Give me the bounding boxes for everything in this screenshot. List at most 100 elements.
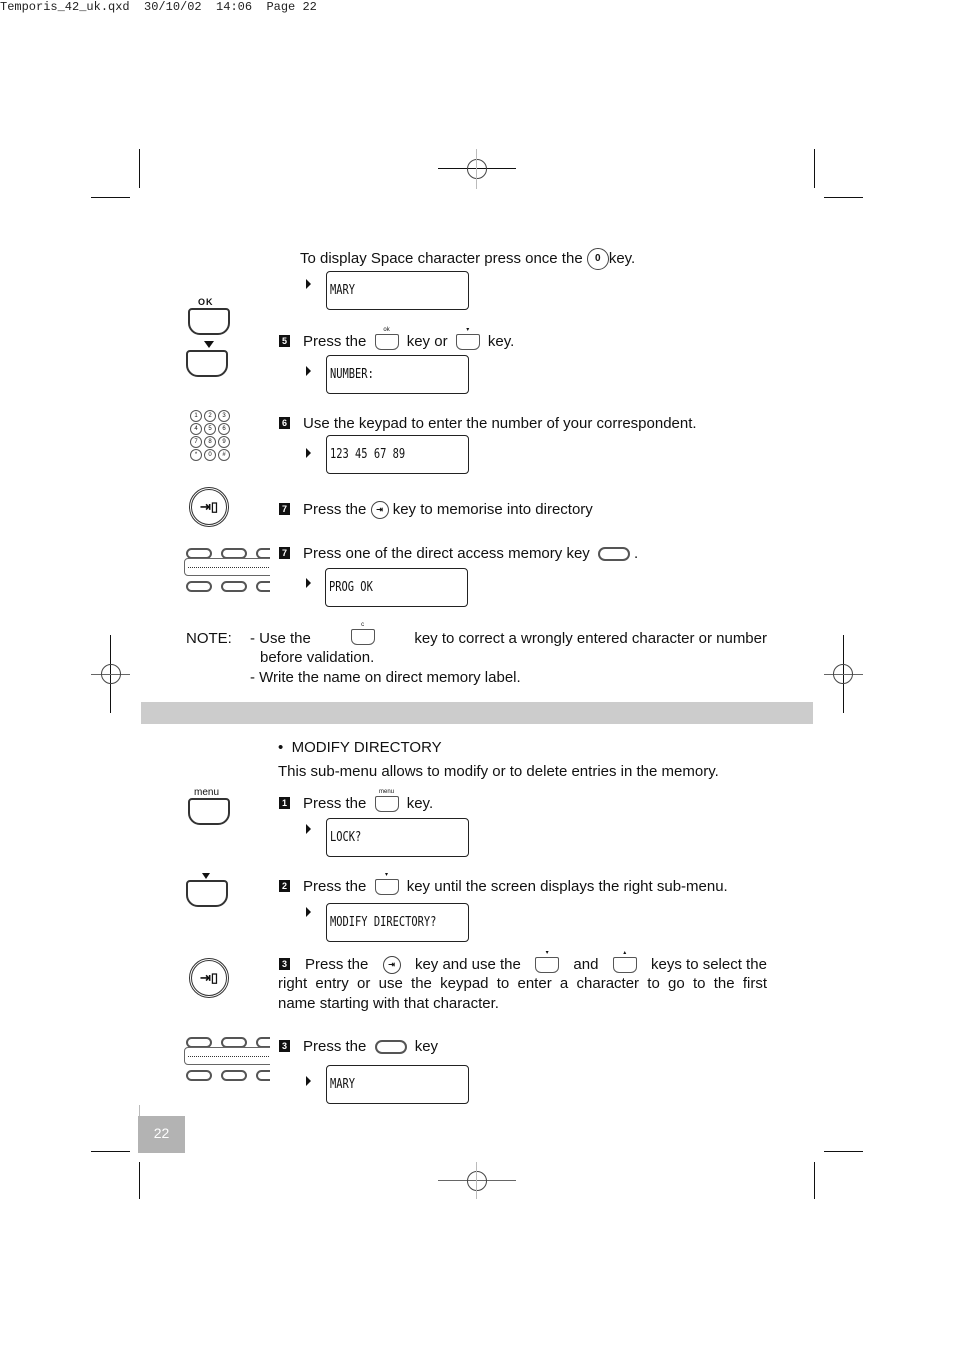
lcd-text: 123 45 67 89 bbox=[330, 447, 406, 462]
registration-mark bbox=[101, 664, 121, 684]
down-arrow-icon bbox=[204, 341, 214, 348]
arrow-icon bbox=[306, 824, 311, 834]
space-char-instruction: To display Space character press once th… bbox=[300, 248, 635, 270]
note-text: key to correct a wrongly entered charact… bbox=[414, 630, 767, 647]
step-text: key or bbox=[406, 333, 448, 350]
step7a-text: Press the ⇥ key to memorise into directo… bbox=[303, 500, 593, 520]
registration-mark bbox=[833, 664, 853, 684]
step5-text: Press the ok key or ▾ key. bbox=[303, 327, 515, 352]
crop-mark bbox=[91, 1151, 130, 1152]
note-line2: - Write the name on direct memory label. bbox=[250, 669, 521, 686]
step-text: key until the screen displays the right … bbox=[406, 878, 728, 895]
memory-key-icon bbox=[374, 1040, 407, 1055]
note-text: - Use the bbox=[250, 630, 311, 647]
directory-key-icon: ⇥▯ bbox=[189, 487, 229, 527]
step3b-text: Press the key bbox=[303, 1037, 438, 1057]
step3a-line3: name starting with that character. bbox=[278, 995, 499, 1012]
crop-mark bbox=[814, 149, 815, 188]
title-text: MODIFY DIRECTORY bbox=[291, 739, 442, 756]
step6-text: Use the keypad to enter the number of yo… bbox=[303, 415, 697, 432]
down-key-icon: ▾ bbox=[535, 950, 560, 973]
step-text: . bbox=[633, 545, 639, 562]
crop-mark bbox=[814, 1162, 815, 1199]
step-number: 6 bbox=[279, 417, 290, 429]
arrow-icon bbox=[306, 907, 311, 917]
down-key-icon bbox=[186, 880, 228, 907]
lcd-text: PROG OK bbox=[329, 580, 373, 595]
keypad-key: 1 bbox=[190, 410, 202, 422]
keypad-key: * bbox=[190, 449, 202, 461]
step-text: Press the bbox=[303, 878, 367, 895]
down-key-icon: ▾ bbox=[374, 872, 399, 896]
crop-mark bbox=[91, 197, 130, 198]
step-text: Press the bbox=[303, 1038, 367, 1055]
intro-text-end: key. bbox=[608, 249, 636, 267]
ok-key-icon: ok bbox=[374, 327, 399, 351]
file-slug: Temporis_42_uk.qxd 30/10/02 14:06 Page 2… bbox=[0, 0, 317, 14]
step2-text: Press the ▾ key until the screen display… bbox=[303, 872, 728, 897]
keypad-key: 5 bbox=[204, 423, 216, 435]
step-number: 3 bbox=[279, 958, 290, 970]
step-number: 3 bbox=[279, 1040, 290, 1052]
page-number: 22 bbox=[138, 1116, 185, 1153]
registration-mark bbox=[476, 149, 477, 189]
arrow-icon bbox=[306, 578, 311, 588]
step-number: 1 bbox=[279, 797, 290, 809]
keypad-key: 2 bbox=[204, 410, 216, 422]
lcd-display: MODIFY DIRECTORY? bbox=[326, 903, 469, 942]
c-key-icon: c bbox=[350, 622, 375, 645]
step-text: Press the bbox=[303, 795, 367, 812]
intro-text: To display Space character press once th… bbox=[300, 249, 583, 267]
step-text: keys to select the bbox=[651, 956, 767, 973]
directory-key-icon: ⇥ bbox=[370, 501, 389, 520]
lcd-text: LOCK? bbox=[330, 830, 362, 845]
arrow-icon bbox=[306, 448, 311, 458]
step-text: key and use the bbox=[414, 956, 521, 973]
step-text: Press the bbox=[303, 501, 367, 518]
directory-key-icon: ⇥▯ bbox=[189, 958, 229, 998]
keypad-key: 7 bbox=[190, 436, 202, 448]
lcd-text: NUMBER: bbox=[330, 367, 374, 382]
section-divider-bar bbox=[141, 702, 813, 724]
down-arrow-icon: ▾ bbox=[545, 950, 549, 956]
lcd-text: MARY bbox=[330, 283, 356, 298]
memory-keys-icon bbox=[184, 546, 270, 592]
arrow-icon bbox=[306, 279, 311, 289]
lcd-display: LOCK? bbox=[326, 818, 469, 857]
step-text: Press the bbox=[305, 956, 369, 973]
crop-mark bbox=[139, 149, 140, 188]
step-number: 7 bbox=[279, 503, 290, 515]
down-arrow-icon: ▾ bbox=[385, 872, 389, 879]
step-text: key. bbox=[406, 795, 434, 812]
down-arrow-icon: ▾ bbox=[466, 327, 470, 334]
keypad-key: 4 bbox=[190, 423, 202, 435]
lcd-display: MARY bbox=[326, 271, 469, 310]
up-arrow-icon: ▴ bbox=[623, 950, 627, 956]
lcd-display: PROG OK bbox=[325, 568, 468, 607]
keypad-key: 0 bbox=[204, 449, 216, 461]
menu-key-icon: menu bbox=[374, 789, 399, 813]
crop-mark bbox=[824, 1151, 863, 1152]
lcd-display: 123 45 67 89 bbox=[326, 435, 469, 474]
note-label: NOTE: bbox=[186, 630, 232, 647]
step1-text: Press the menu key. bbox=[303, 789, 434, 814]
bullet: • bbox=[278, 739, 284, 756]
arrow-icon bbox=[306, 1076, 311, 1086]
crop-mark bbox=[824, 197, 863, 198]
step-text: Press the bbox=[303, 333, 367, 350]
lcd-display: NUMBER: bbox=[326, 355, 469, 394]
note-line1: - Use the c key to correct a wrongly ent… bbox=[250, 622, 767, 649]
registration-mark bbox=[467, 159, 487, 179]
lcd-text: MARY bbox=[330, 1077, 356, 1092]
down-key-icon bbox=[186, 350, 228, 377]
step-text: key. bbox=[487, 333, 515, 350]
menu-label: menu bbox=[194, 787, 220, 798]
step3a-line2: right entry or use the keypad to enter a… bbox=[278, 975, 767, 992]
step-text: and bbox=[573, 956, 599, 973]
keypad-key: 3 bbox=[218, 410, 230, 422]
registration-mark bbox=[476, 1162, 477, 1199]
step3a-line1: Press the ⇥ key and use the ▾ and ▴ keys… bbox=[305, 950, 767, 975]
down-key-icon: ▾ bbox=[455, 327, 480, 351]
memory-keys-icon bbox=[184, 1035, 270, 1081]
key-label: menu bbox=[379, 789, 395, 796]
